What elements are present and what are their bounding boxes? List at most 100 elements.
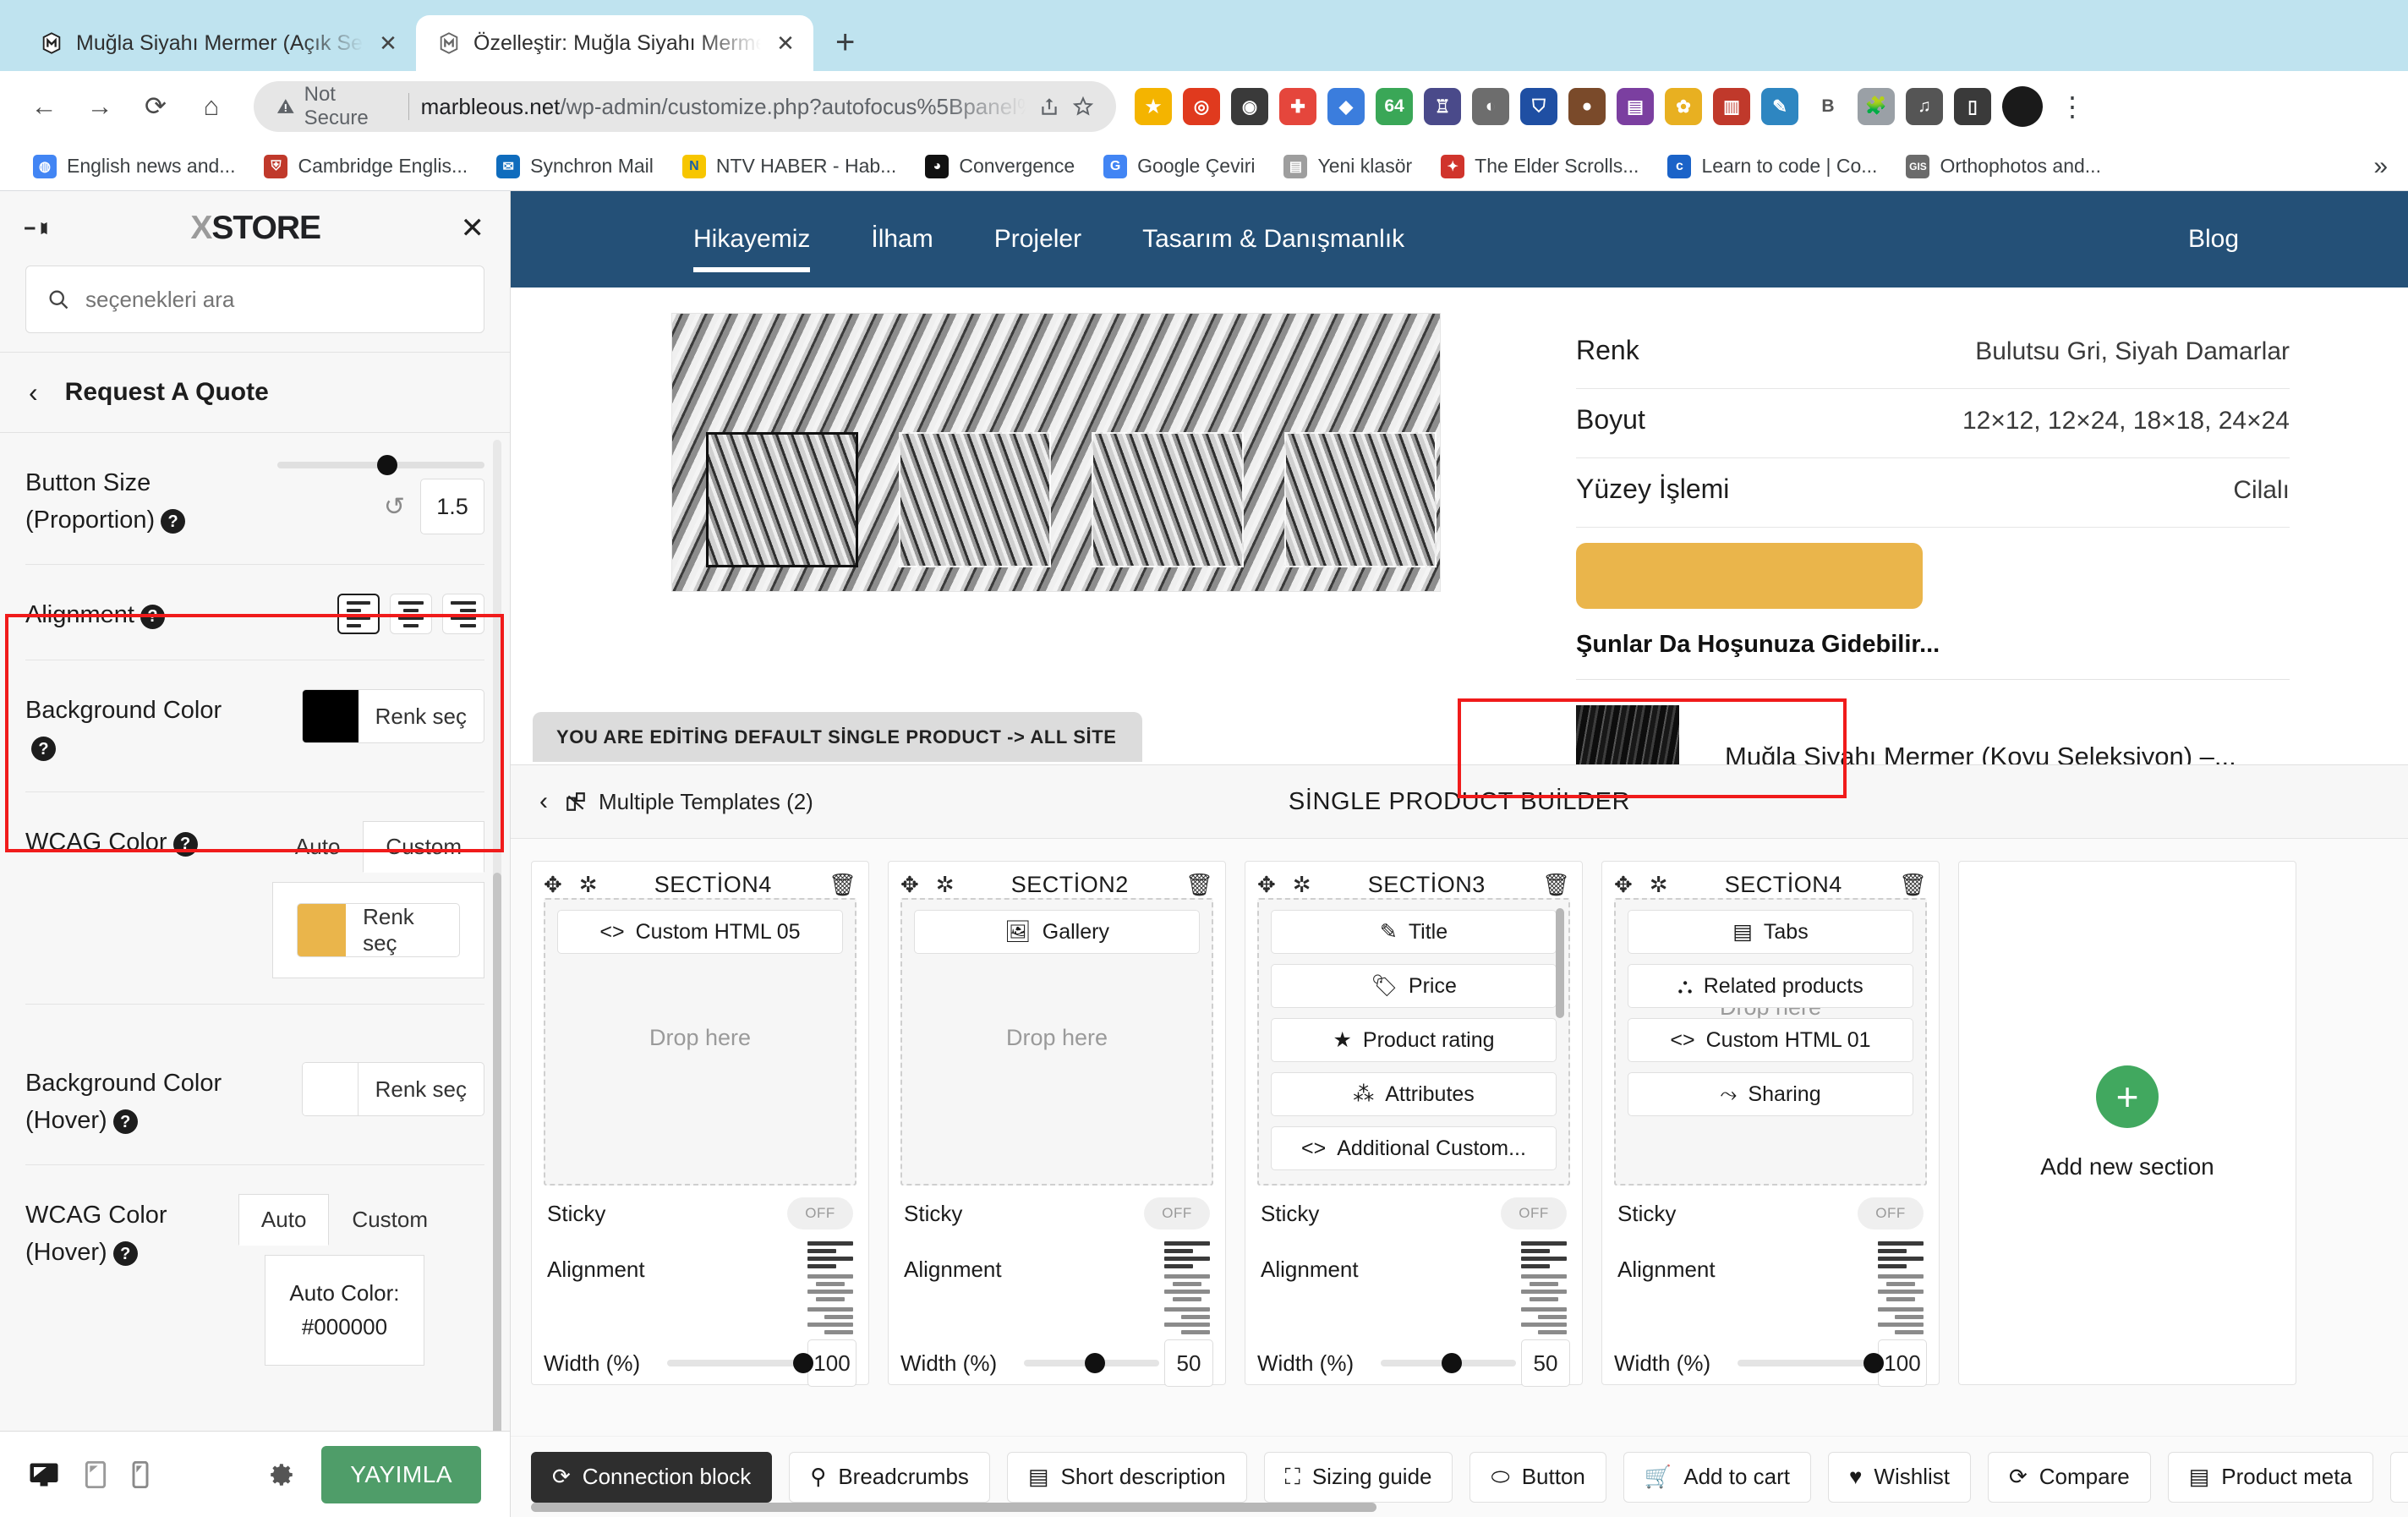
browser-tab-2[interactable]: Özelleştir: Muğla Siyahı Merme ✕	[416, 15, 813, 71]
palette-item-wishlist[interactable]: ♥ Wishlist	[1827, 1451, 1971, 1503]
tab-auto[interactable]: Auto	[238, 1194, 330, 1246]
align-right-icon[interactable]	[1521, 1307, 1567, 1334]
extension-icon-8[interactable]: ▤	[1617, 88, 1654, 125]
color-picker-label[interactable]: Renk seç	[358, 1063, 484, 1115]
extension-icon-1[interactable]: ★	[1135, 88, 1172, 125]
align-left-icon[interactable]	[1878, 1241, 1924, 1268]
align-left-icon[interactable]	[1521, 1241, 1567, 1268]
plus-icon[interactable]: +	[2096, 1065, 2159, 1128]
align-center-icon[interactable]	[1164, 1274, 1210, 1301]
button-size-input[interactable]: 1.5	[420, 479, 484, 534]
palette-item-button[interactable]: ⬭ Button	[1469, 1451, 1606, 1503]
extension-icon-5[interactable]: ♖	[1424, 88, 1461, 125]
move-icon[interactable]: ✥	[900, 872, 919, 898]
align-right-icon[interactable]	[442, 594, 484, 634]
builder-element[interactable]: ✎ Title	[1271, 910, 1557, 954]
extension-icon-11[interactable]: ✎	[1761, 88, 1798, 125]
extension-icon-b[interactable]: B	[1809, 88, 1847, 125]
close-icon[interactable]: ✕	[461, 211, 485, 245]
width-slider[interactable]	[1024, 1353, 1159, 1373]
wcag-color-picker[interactable]: Renk seç	[296, 903, 460, 957]
align-right-icon[interactable]	[807, 1307, 853, 1334]
gear-icon[interactable]: ✲	[1650, 872, 1668, 898]
help-icon[interactable]: ?	[172, 831, 198, 857]
builder-element[interactable]: <> Additional Custom...	[1271, 1126, 1557, 1170]
width-input[interactable]: 100	[807, 1339, 856, 1387]
builder-section-card[interactable]: ✥ ✲ SECTİON3 🗑 ✎ Title 🏷 Price ★ Product ra…	[1245, 861, 1583, 1387]
bookmark-item[interactable]: ⛨ Cambridge Englis...	[249, 154, 482, 178]
slider-knob[interactable]	[376, 455, 397, 475]
align-center-icon[interactable]	[807, 1274, 853, 1301]
builder-element[interactable]: 🏷 Price	[1271, 964, 1557, 1008]
section-dropzone[interactable]: ✎ Title 🏷 Price ★ Product rating ⁂ Attribute…	[1257, 898, 1570, 1186]
publish-button[interactable]: YAYIMLA	[321, 1445, 481, 1503]
nav-item-ilham[interactable]: İlham	[840, 225, 963, 254]
gallery-thumb-2[interactable]	[899, 432, 1051, 567]
sticky-toggle[interactable]: OFF	[1858, 1197, 1924, 1229]
background-color-hover-picker[interactable]: Renk seç	[301, 1062, 484, 1116]
gear-icon[interactable]: ✲	[936, 872, 955, 898]
palette-item-sizing-guide[interactable]: ⛶ Sizing guide	[1263, 1451, 1453, 1503]
gallery-thumb-4[interactable]	[1284, 432, 1437, 567]
nav-item-tasarim-danismanlik[interactable]: Tasarım & Danışmanlık	[1112, 225, 1435, 254]
color-picker-label[interactable]: Renk seç	[358, 690, 484, 742]
request-a-quote-button[interactable]	[1576, 543, 1923, 609]
extension-icon-6[interactable]: ◐	[1472, 88, 1509, 125]
align-right-icon[interactable]	[1164, 1307, 1210, 1334]
extension-icon-4[interactable]: ◆	[1327, 88, 1365, 125]
button-size-slider[interactable]	[277, 455, 484, 475]
close-icon[interactable]: ✕	[375, 30, 401, 57]
bookmarks-overflow-icon[interactable]: »	[2373, 152, 2388, 181]
reset-icon[interactable]: ↺	[384, 492, 405, 522]
gallery-thumb-1[interactable]	[706, 432, 858, 567]
align-left-icon[interactable]	[337, 594, 380, 634]
slider-knob[interactable]	[1085, 1353, 1105, 1373]
help-icon[interactable]: ?	[161, 509, 186, 534]
align-right-icon[interactable]	[1878, 1307, 1924, 1334]
bookmark-item[interactable]: GIS Orthophotos and...	[1891, 154, 2115, 178]
builder-element[interactable]: ⁂ Attributes	[1271, 1072, 1557, 1116]
browser-tab-1[interactable]: Muğla Siyahı Mermer (Açık Sele ✕	[19, 15, 416, 71]
nav-item-blog[interactable]: Blog	[2158, 225, 2408, 254]
palette-item-compare[interactable]: ⟳ Compare	[1987, 1451, 2151, 1503]
trash-icon[interactable]: 🗑	[1185, 872, 1213, 898]
add-new-section-button[interactable]: + Add new section	[1958, 861, 2296, 1385]
nav-item-projeler[interactable]: Projeler	[964, 225, 1112, 254]
trash-icon[interactable]: 🗑	[1542, 872, 1570, 898]
builder-element[interactable]: <> Custom HTML 05	[557, 910, 843, 954]
section-dropzone[interactable]: Drop here 🖼 Gallery	[900, 898, 1213, 1186]
multiple-templates-button[interactable]: Multiple Templates (2)	[565, 789, 813, 815]
share-icon[interactable]	[1038, 96, 1060, 118]
home-icon[interactable]: ⌂	[188, 83, 235, 130]
width-input[interactable]: 50	[1521, 1339, 1570, 1387]
bookmark-item[interactable]: N NTV HABER - Hab...	[668, 154, 911, 178]
align-center-icon[interactable]	[1878, 1274, 1924, 1301]
extension-icon-sidepanel[interactable]: ▯	[1954, 88, 1991, 125]
trash-icon[interactable]: 🗑	[829, 872, 856, 898]
section-dropzone[interactable]: Drop here <> Custom HTML 05	[544, 898, 856, 1186]
bookmark-item[interactable]: G Google Çeviri	[1089, 154, 1269, 178]
forward-icon[interactable]: →	[76, 83, 123, 130]
mobile-icon[interactable]	[132, 1460, 149, 1488]
move-icon[interactable]: ✥	[1257, 872, 1276, 898]
builder-element[interactable]: ⤳ Sharing	[1628, 1072, 1913, 1116]
bookmark-item[interactable]: ◍ English news and...	[19, 154, 249, 178]
width-input[interactable]: 100	[1878, 1339, 1927, 1387]
align-left-icon[interactable]	[1164, 1241, 1210, 1268]
builder-horizontal-scrollbar[interactable]	[531, 1503, 1376, 1512]
color-swatch[interactable]	[302, 690, 358, 742]
search-box[interactable]	[25, 266, 484, 333]
align-center-icon[interactable]	[1521, 1274, 1567, 1301]
builder-element[interactable]: ⛬ Related products	[1628, 964, 1913, 1008]
sticky-toggle[interactable]: OFF	[787, 1197, 853, 1229]
nav-item-hikayemiz[interactable]: Hikayemiz	[663, 225, 840, 272]
sticky-toggle[interactable]: OFF	[1501, 1197, 1567, 1229]
extension-icon-64[interactable]: 64	[1376, 88, 1413, 125]
width-slider[interactable]	[667, 1353, 813, 1373]
extension-icon-12[interactable]: ♫	[1906, 88, 1943, 125]
desktop-icon[interactable]	[29, 1462, 59, 1487]
align-left-icon[interactable]	[807, 1241, 853, 1268]
extension-icon-9[interactable]: ✿	[1665, 88, 1702, 125]
palette-item-product-meta[interactable]: ▤ Product meta	[2167, 1451, 2373, 1503]
gear-icon[interactable]: ✲	[1293, 872, 1311, 898]
